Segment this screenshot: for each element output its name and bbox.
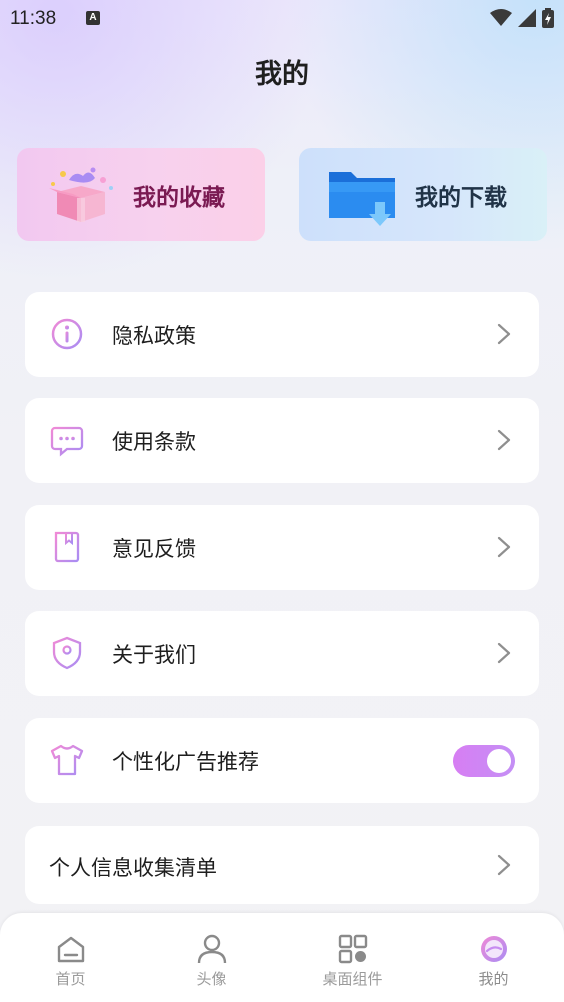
planet-icon <box>481 936 507 962</box>
status-bar: 11:38 A <box>0 0 564 38</box>
tshirt-icon <box>50 744 84 776</box>
personalized-ads-toggle[interactable] <box>453 745 515 777</box>
menu-label-personalized-ads: 个性化广告推荐 <box>112 750 259 774</box>
status-indicators <box>490 8 554 28</box>
menu-item-about-us[interactable]: 关于我们 <box>25 611 539 696</box>
book-icon <box>54 531 80 563</box>
signal-icon <box>518 9 536 27</box>
shield-lock-icon <box>52 636 82 670</box>
tab-label-home: 首页 <box>55 970 86 988</box>
widgets-icon <box>338 934 368 964</box>
tab-mine[interactable]: 我的 <box>423 913 564 1002</box>
menu-item-privacy-policy[interactable]: 隐私政策 <box>25 292 539 377</box>
user-icon <box>197 934 227 964</box>
wifi-icon <box>490 9 512 26</box>
download-folder-icon <box>329 172 395 226</box>
downloads-label: 我的下载 <box>415 185 507 211</box>
chevron-right-icon <box>497 536 511 558</box>
menu-item-personal-info-list[interactable]: 个人信息收集清单 <box>25 826 539 904</box>
menu-item-feedback[interactable]: 意见反馈 <box>25 505 539 590</box>
favorites-label: 我的收藏 <box>133 185 225 211</box>
home-icon <box>57 936 85 963</box>
toggle-knob <box>487 749 511 773</box>
page-title: 我的 <box>255 59 309 90</box>
tab-label-avatar: 头像 <box>196 970 227 988</box>
info-icon <box>51 318 83 350</box>
status-time: 11:38 <box>10 8 57 29</box>
menu-item-personalized-ads: 个性化广告推荐 <box>25 718 539 803</box>
tab-home[interactable]: 首页 <box>0 913 141 1002</box>
tab-label-mine: 我的 <box>478 970 509 988</box>
chevron-right-icon <box>497 642 511 664</box>
menu-label-feedback: 意见反馈 <box>112 537 196 561</box>
tab-avatar[interactable]: 头像 <box>141 913 282 1002</box>
menu-label-about-us: 关于我们 <box>112 643 196 667</box>
favorites-card[interactable]: 我的收藏 <box>17 148 265 241</box>
menu-item-terms-of-use[interactable]: 使用条款 <box>25 398 539 483</box>
chevron-right-icon <box>497 854 511 876</box>
menu-label-terms-of-use: 使用条款 <box>112 430 196 454</box>
tab-widgets[interactable]: 桌面组件 <box>282 913 423 1002</box>
tab-bar: 首页 头像 桌面组件 我的 <box>0 913 564 1002</box>
gift-box-icon <box>49 167 113 222</box>
chevron-right-icon <box>497 429 511 451</box>
chat-bubble-icon <box>50 426 84 457</box>
battery-icon <box>542 8 554 28</box>
menu-label-personal-info-list: 个人信息收集清单 <box>49 856 217 880</box>
notification-badge-icon: A <box>86 11 100 25</box>
downloads-card[interactable]: 我的下载 <box>299 148 547 241</box>
chevron-right-icon <box>497 323 511 345</box>
menu-label-privacy-policy: 隐私政策 <box>112 324 196 348</box>
tab-label-widgets: 桌面组件 <box>322 970 383 988</box>
